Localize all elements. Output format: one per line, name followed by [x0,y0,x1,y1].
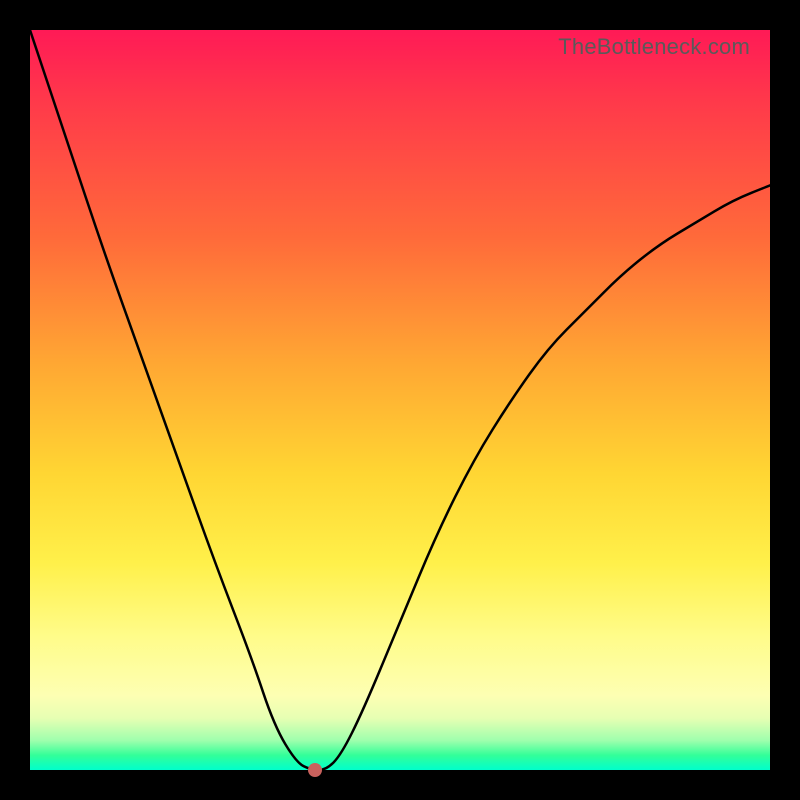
bottleneck-curve [30,30,770,770]
chart-frame: TheBottleneck.com [0,0,800,800]
plot-area: TheBottleneck.com [30,30,770,770]
minimum-marker-dot [308,763,322,777]
